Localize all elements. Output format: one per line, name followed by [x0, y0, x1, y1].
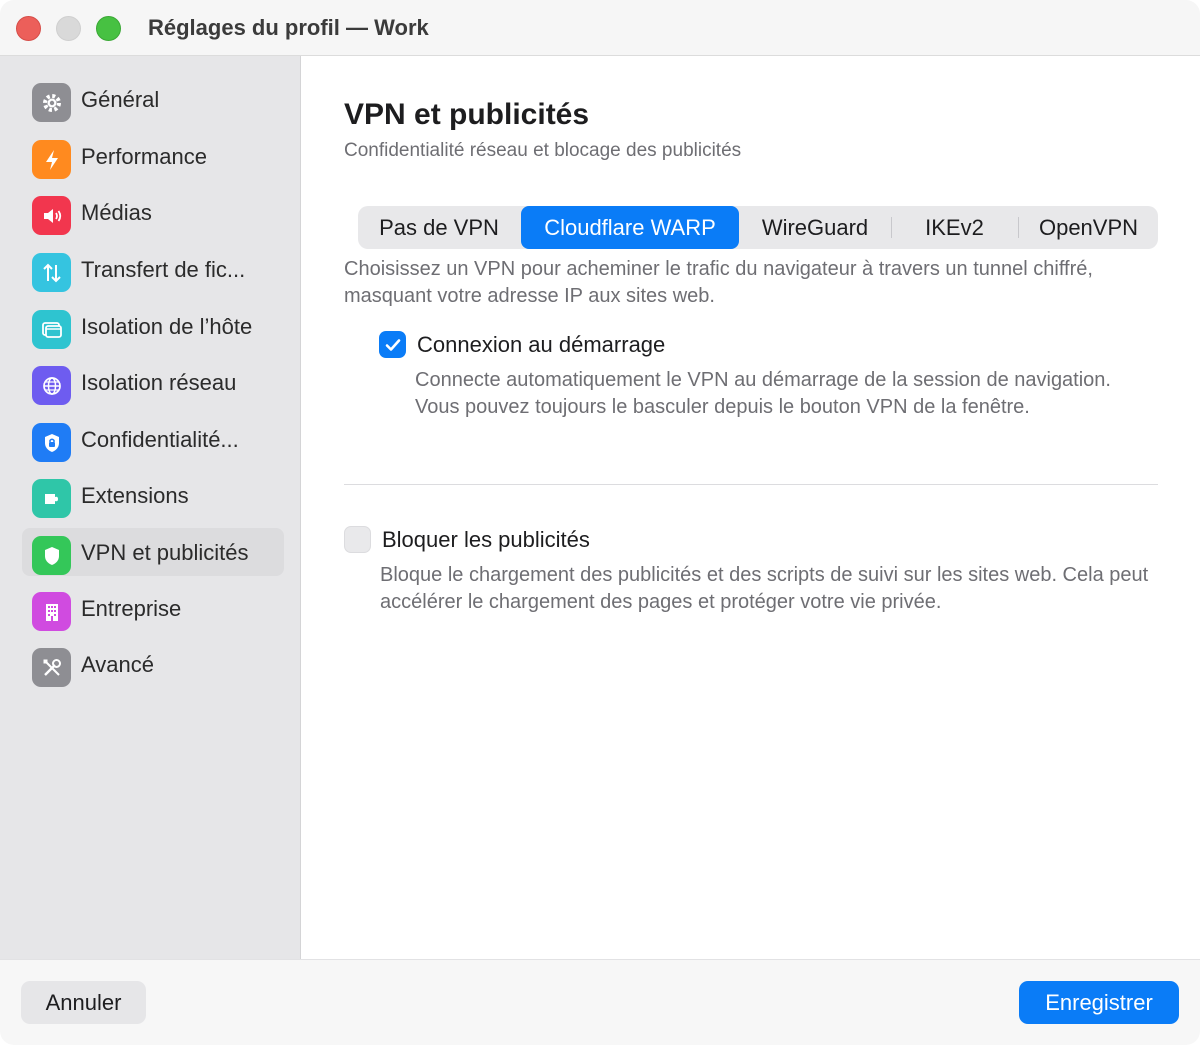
vpn-option-none[interactable]: Pas de VPN [358, 206, 520, 249]
save-button[interactable]: Enregistrer [1019, 981, 1179, 1024]
sidebar-item-isolation-hote[interactable]: Isolation de l’hôte [22, 302, 284, 350]
sidebar-item-confidentialite[interactable]: Confidentialité... [22, 415, 284, 463]
sidebar: Général Performance Médias Transfert de … [0, 56, 301, 959]
connect-on-start-label[interactable]: Connexion au démarrage [417, 332, 665, 358]
zoom-button[interactable] [96, 16, 121, 41]
sidebar-item-label: Performance [81, 144, 207, 169]
window-title: Réglages du profil — Work [148, 15, 429, 40]
speaker-icon [32, 196, 71, 235]
sidebar-item-label: Isolation réseau [81, 370, 237, 395]
sidebar-item-extensions[interactable]: Extensions [22, 471, 284, 519]
vpn-segmented-control: Pas de VPN Cloudflare WARP WireGuard IKE… [358, 206, 1158, 249]
globe-icon [32, 366, 71, 405]
sidebar-item-vpn[interactable]: VPN et publicités [22, 528, 284, 576]
sidebar-item-label: Confidentialité... [81, 427, 239, 452]
sidebar-item-label: Avancé [81, 652, 154, 677]
sidebar-item-label: VPN et publicités [81, 540, 249, 565]
close-button[interactable] [16, 16, 41, 41]
main-content: VPN et publicités Confidentialité réseau… [302, 56, 1200, 959]
footer-bar: Annuler Enregistrer [0, 959, 1200, 1045]
minimize-button[interactable] [56, 16, 81, 41]
page-title: VPN et publicités [344, 98, 590, 131]
window-icon [32, 310, 71, 349]
sidebar-item-entreprise[interactable]: Entreprise [22, 584, 284, 632]
connect-on-start-checkbox[interactable] [379, 331, 406, 358]
sidebar-item-label: Entreprise [81, 596, 182, 621]
sidebar-item-label: Général [81, 87, 160, 112]
sidebar-item-transfert[interactable]: Transfert de fic... [22, 245, 284, 293]
vpn-option-openvpn[interactable]: OpenVPN [1019, 206, 1158, 249]
sidebar-item-isolation-reseau[interactable]: Isolation réseau [22, 358, 284, 406]
vpn-option-ikev2[interactable]: IKEv2 [892, 206, 1017, 249]
vpn-option-wireguard[interactable]: WireGuard [740, 206, 890, 249]
puzzle-icon [32, 479, 71, 518]
tools-icon [32, 648, 71, 687]
block-ads-description: Bloque le chargement des publicités et d… [380, 564, 1149, 613]
page-subtitle: Confidentialité réseau et blocage des pu… [344, 140, 742, 161]
sidebar-item-general[interactable]: Général [22, 75, 284, 123]
vpn-description: Choisissez un VPN pour acheminer le traf… [344, 258, 1093, 307]
gear-icon [32, 83, 71, 122]
shield-icon [32, 536, 71, 575]
sidebar-item-medias[interactable]: Médias [22, 188, 284, 236]
checkmark-icon [385, 338, 400, 351]
connect-on-start-description: Connecte automatiquement le VPN au démar… [415, 369, 1111, 418]
sidebar-item-label: Isolation de l’hôte [81, 314, 253, 339]
sidebar-item-label: Médias [81, 200, 152, 225]
bolt-icon [32, 140, 71, 179]
building-icon [32, 592, 71, 631]
block-ads-checkbox[interactable] [344, 526, 371, 553]
lock-shield-icon [32, 423, 71, 462]
sidebar-item-label: Transfert de fic... [81, 257, 246, 282]
arrows-up-down-icon [32, 253, 71, 292]
sidebar-item-label: Extensions [81, 483, 189, 508]
sidebar-item-avance[interactable]: Avancé [22, 640, 284, 688]
sidebar-item-performance[interactable]: Performance [22, 132, 284, 180]
settings-window: Réglages du profil — Work Général Perfor… [0, 0, 1200, 1045]
block-ads-label[interactable]: Bloquer les publicités [382, 527, 590, 553]
cancel-button[interactable]: Annuler [21, 981, 146, 1024]
vpn-option-cloudflare-warp[interactable]: Cloudflare WARP [521, 206, 739, 249]
title-bar: Réglages du profil — Work [0, 0, 1200, 56]
section-divider [344, 484, 1158, 485]
